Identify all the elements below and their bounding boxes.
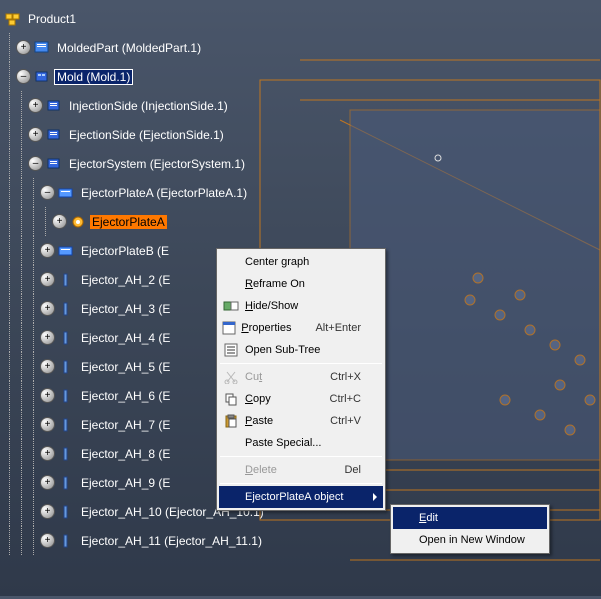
- product-icon: [4, 11, 22, 27]
- tree-label: EjectorSystem (EjectorSystem.1): [66, 156, 248, 172]
- assembly-icon: [45, 127, 63, 143]
- ejector-icon: [57, 533, 75, 549]
- tree-node-moldedpart[interactable]: + MoldedPart (MoldedPart.1): [4, 33, 267, 62]
- hideshow-icon: [221, 297, 241, 315]
- ejector-icon: [57, 504, 75, 520]
- tree-node-mold[interactable]: – Mold (Mold.1): [4, 62, 267, 91]
- ejector-icon: [57, 272, 75, 288]
- ejector-icon: [57, 330, 75, 346]
- tree-label: EjectorPlateB (E: [78, 243, 172, 259]
- assembly-icon: [45, 156, 63, 172]
- menu-open-subtree[interactable]: Open Sub-Tree: [219, 339, 383, 361]
- tree-node-ejectionside[interactable]: + EjectionSide (EjectionSide.1): [4, 120, 267, 149]
- collapse-icon[interactable]: –: [28, 156, 43, 171]
- tree-label: Ejector_AH_7 (E: [78, 417, 173, 433]
- ejector-icon: [57, 446, 75, 462]
- menu-properties[interactable]: PropertiesAlt+Enter: [219, 317, 383, 339]
- menu-cut: CutCtrl+X: [219, 366, 383, 388]
- ejector-icon: [57, 359, 75, 375]
- expand-icon[interactable]: +: [40, 272, 55, 287]
- expand-icon[interactable]: +: [40, 301, 55, 316]
- tree-label: EjectorPlateA (EjectorPlateA.1): [78, 185, 250, 201]
- ejector-icon: [57, 475, 75, 491]
- separator: [220, 456, 382, 457]
- expand-icon[interactable]: +: [16, 40, 31, 55]
- tree-label: EjectionSide (EjectionSide.1): [66, 127, 227, 143]
- plate-icon: [57, 243, 75, 259]
- copy-icon: [221, 390, 241, 408]
- submenu-edit[interactable]: Edit: [393, 507, 547, 529]
- tree-label: Ejector_AH_2 (E: [78, 272, 173, 288]
- menu-hide-show[interactable]: Hide/Show: [219, 295, 383, 317]
- menu-copy[interactable]: CopyCtrl+C: [219, 388, 383, 410]
- tree-label: Ejector_AH_8 (E: [78, 446, 173, 462]
- expand-icon[interactable]: +: [40, 388, 55, 403]
- menu-paste-special[interactable]: Paste Special...: [219, 432, 383, 454]
- menu-paste[interactable]: PasteCtrl+V: [219, 410, 383, 432]
- ejector-icon: [57, 388, 75, 404]
- expand-icon[interactable]: +: [40, 359, 55, 374]
- expand-icon[interactable]: +: [40, 417, 55, 432]
- cut-icon: [221, 368, 241, 386]
- tree-label: Ejector_AH_6 (E: [78, 388, 173, 404]
- paste-icon: [221, 412, 241, 430]
- submenu-arrow-icon: [373, 493, 377, 501]
- assembly-icon: [33, 69, 51, 85]
- part-icon: [33, 40, 51, 56]
- assembly-icon: [45, 98, 63, 114]
- subtree-icon: [221, 341, 241, 359]
- expand-icon[interactable]: +: [40, 504, 55, 519]
- context-menu: Center graph Reframe On Hide/Show Proper…: [216, 248, 386, 511]
- tree-node-ejector[interactable]: + Ejector_AH_11 (Ejector_AH_11.1): [4, 526, 267, 555]
- separator: [220, 483, 382, 484]
- expand-icon[interactable]: +: [40, 475, 55, 490]
- menu-reframe-on[interactable]: Reframe On: [219, 273, 383, 295]
- tree-label: InjectionSide (InjectionSide.1): [66, 98, 231, 114]
- tree-node-ejectorplate-a[interactable]: – EjectorPlateA (EjectorPlateA.1): [4, 178, 267, 207]
- gear-icon: [69, 214, 87, 230]
- tree-label: Ejector_AH_9 (E: [78, 475, 173, 491]
- tree-label: Ejector_AH_3 (E: [78, 301, 173, 317]
- tree-label: Ejector_AH_4 (E: [78, 330, 173, 346]
- tree-label-selected: Mold (Mold.1): [54, 69, 133, 85]
- expand-icon[interactable]: +: [40, 533, 55, 548]
- tree-label: Product1: [25, 11, 79, 27]
- tree-label-context: EjectorPlateA: [90, 215, 167, 229]
- expand-icon[interactable]: +: [40, 243, 55, 258]
- expand-icon[interactable]: +: [40, 330, 55, 345]
- collapse-icon[interactable]: –: [16, 69, 31, 84]
- expand-icon[interactable]: +: [52, 214, 67, 229]
- menu-object-submenu[interactable]: EjectorPlateA object: [219, 486, 383, 508]
- expand-icon[interactable]: +: [28, 127, 43, 142]
- tree-label: MoldedPart (MoldedPart.1): [54, 40, 204, 56]
- submenu-open-new-window[interactable]: Open in New Window: [393, 529, 547, 551]
- tree-node-product[interactable]: Product1: [4, 4, 267, 33]
- properties-icon: [221, 319, 237, 337]
- ejector-icon: [57, 417, 75, 433]
- plate-icon: [57, 185, 75, 201]
- expand-icon[interactable]: +: [40, 446, 55, 461]
- tree-node-ejectorplate-a-part[interactable]: + EjectorPlateA: [4, 207, 267, 236]
- tree-label: Ejector_AH_11 (Ejector_AH_11.1): [78, 533, 265, 549]
- context-submenu: Edit Open in New Window: [390, 504, 550, 554]
- tree-node-injectionside[interactable]: + InjectionSide (InjectionSide.1): [4, 91, 267, 120]
- tree-label: Ejector_AH_5 (E: [78, 359, 173, 375]
- collapse-icon[interactable]: –: [40, 185, 55, 200]
- ejector-icon: [57, 301, 75, 317]
- expand-icon[interactable]: +: [28, 98, 43, 113]
- tree-node-ejectorsystem[interactable]: – EjectorSystem (EjectorSystem.1): [4, 149, 267, 178]
- menu-delete: DeleteDel: [219, 459, 383, 481]
- menu-center-graph[interactable]: Center graph: [219, 251, 383, 273]
- separator: [220, 363, 382, 364]
